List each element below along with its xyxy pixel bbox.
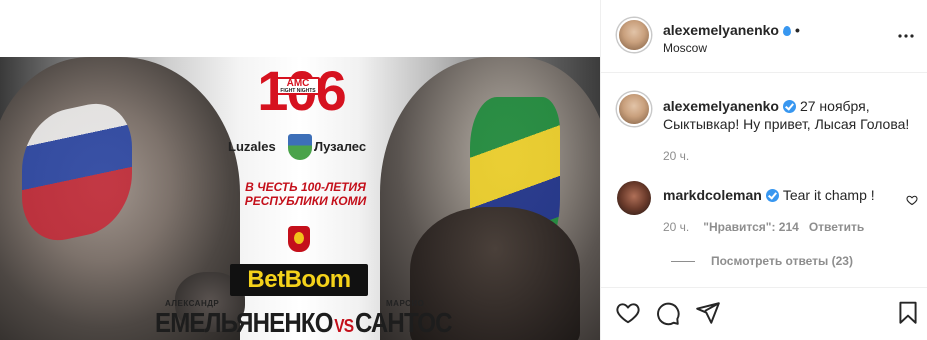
view-replies-button[interactable]: Посмотреть ответы (23) [671,254,853,268]
fighter-names: ЕМЕЛЬЯНЕНКОVSСАНТОС [155,307,452,340]
save-svg [899,301,917,324]
commenter-avatar[interactable] [617,181,651,215]
komi-emblem-icon [288,226,310,252]
sponsor-cyrillic: Лузалес [314,139,367,154]
share-svg [696,302,720,324]
commenter-verified-icon [765,189,779,202]
caption-line: alexemelyanenko 27 ноября, [663,97,870,115]
instagram-post: 106 AMC FIGHT NIGHTS Luzales Лузалес В ч… [0,0,927,340]
more-dots-svg [898,34,914,38]
verified-badge-icon [782,100,796,113]
comment-line: markdcoleman Tear it champ ! [663,187,875,203]
betboom-logo: BetBoom [230,264,368,296]
post-side-panel: alexemelyanenko • Moscow alexemelyanenko 2… [600,0,927,340]
view-replies-label: Посмотреть ответы (23) [711,254,853,268]
verified-icon [782,26,791,36]
more-horizontal-icon[interactable] [897,27,915,45]
action-bar [601,287,927,340]
bookmark-icon[interactable] [895,300,921,326]
sponsor-row: Luzales Лузалес [228,134,378,160]
caption-text: Сыктывкар! Ну привет, Лысая Голова! [663,116,910,132]
post-image[interactable]: 106 AMC FIGHT NIGHTS Luzales Лузалес В ч… [0,0,600,340]
fighter1-last-name: ЕМЕЛЬЯНЕНКО [155,307,333,338]
fighter2-last-name: САНТОС [354,307,453,338]
sponsor-latin: Luzales [228,139,276,154]
author-username[interactable]: alexemelyanenko [663,22,779,38]
comment-meta: 20 ч. "Нравится": 214 Ответить [663,220,864,234]
replies-divider [671,261,695,262]
amc-brand-sub: FIGHT NIGHTS [280,88,316,94]
post-location[interactable]: Moscow [663,41,707,55]
comment-icon[interactable] [655,300,681,326]
post-header: alexemelyanenko • Moscow [601,0,927,73]
commenter-username[interactable]: markdcoleman [663,187,762,203]
dot-separator: • [794,22,800,38]
paper-plane-icon[interactable] [695,300,721,326]
comment-likes[interactable]: "Нравится": 214 [703,220,799,234]
caption-date: 27 ноября, [799,98,870,114]
caption-timestamp[interactable]: 20 ч. [663,149,689,163]
author-username-row: alexemelyanenko • [663,22,800,38]
sponsor-shield-icon [288,134,312,160]
comment-text: Tear it champ ! [782,187,875,203]
comment-svg [657,302,680,326]
like-svg [616,303,640,324]
amc-logo: AMC FIGHT NIGHTS [276,77,320,95]
author-avatar[interactable] [617,18,651,52]
poster-tagline: В честь 100-летия республики Коми [244,180,367,208]
heart-icon[interactable] [615,300,641,326]
caption-avatar[interactable] [617,92,651,126]
caption-username[interactable]: alexemelyanenko [663,98,779,114]
comment-like-heart-icon[interactable] [906,193,920,207]
comment-timestamp[interactable]: 20 ч. [663,220,689,234]
vs-label: VS [334,316,354,336]
heart-outline-svg [906,195,918,206]
reply-button[interactable]: Ответить [809,220,864,234]
